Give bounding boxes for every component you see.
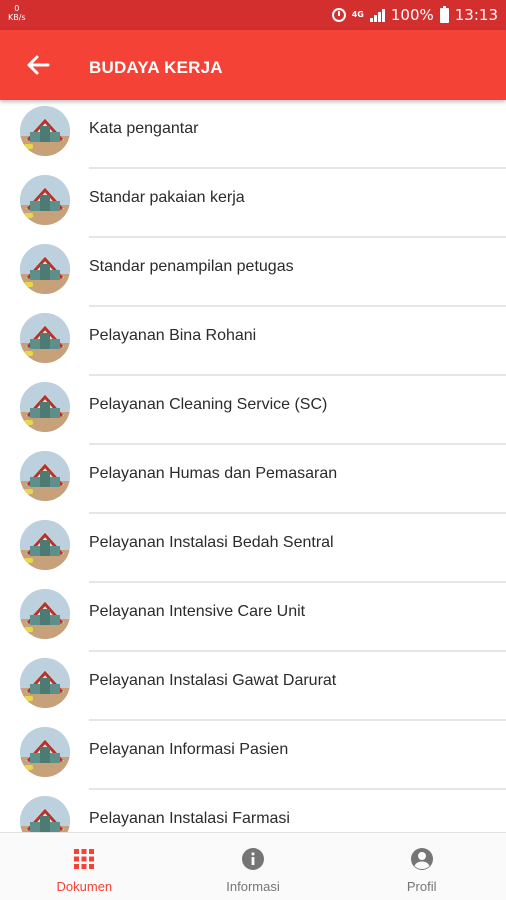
battery-percent: 100% bbox=[390, 6, 434, 24]
nav-item-dokumen[interactable]: Dokumen bbox=[0, 833, 169, 900]
document-thumbnail bbox=[20, 796, 70, 832]
list-item-label: Pelayanan Cleaning Service (SC) bbox=[89, 396, 328, 413]
account-circle-icon bbox=[410, 848, 433, 870]
list-item[interactable]: Standar pakaian kerja bbox=[0, 169, 506, 238]
document-thumbnail bbox=[20, 589, 70, 639]
list-item[interactable]: Pelayanan Informasi Pasien bbox=[0, 721, 506, 790]
list-item-label: Kata pengantar bbox=[89, 120, 199, 137]
document-thumbnail bbox=[20, 520, 70, 570]
document-thumbnail bbox=[20, 244, 70, 294]
back-button[interactable] bbox=[22, 50, 54, 80]
list-item-label: Pelayanan Instalasi Gawat Darurat bbox=[89, 672, 337, 689]
alarm-icon bbox=[331, 8, 346, 22]
list-item[interactable]: Pelayanan Cleaning Service (SC) bbox=[0, 376, 506, 445]
network-speed-unit: KB/s bbox=[8, 13, 26, 22]
list-item-label: Standar penampilan petugas bbox=[89, 258, 294, 275]
list-item-label: Pelayanan Humas dan Pemasaran bbox=[89, 465, 338, 482]
battery-icon bbox=[439, 5, 449, 23]
document-thumbnail bbox=[20, 106, 70, 156]
page-title: BUDAYA KERJA bbox=[89, 58, 223, 77]
nav-item-profil[interactable]: Profil bbox=[337, 833, 506, 900]
arrow-left-icon bbox=[27, 55, 50, 75]
list-item[interactable]: Pelayanan Instalasi Farmasi bbox=[0, 790, 506, 832]
network-type-label: 4G bbox=[351, 10, 364, 19]
network-speed-value: 0 bbox=[14, 4, 20, 13]
document-thumbnail bbox=[20, 382, 70, 432]
list-item[interactable]: Pelayanan Bina Rohani bbox=[0, 307, 506, 376]
list-item-label: Pelayanan Instalasi Farmasi bbox=[89, 810, 290, 827]
document-thumbnail bbox=[20, 727, 70, 777]
document-thumbnail bbox=[20, 313, 70, 363]
list-item-label: Standar pakaian kerja bbox=[89, 189, 245, 206]
list-item[interactable]: Pelayanan Humas dan Pemasaran bbox=[0, 445, 506, 514]
document-thumbnail bbox=[20, 175, 70, 225]
bottom-navigation: Dokumen Informasi Profil bbox=[0, 832, 506, 900]
nav-item-informasi[interactable]: Informasi bbox=[169, 833, 338, 900]
list-item-label: Pelayanan Intensive Care Unit bbox=[89, 603, 306, 620]
list-item-label: Pelayanan Informasi Pasien bbox=[89, 741, 289, 758]
document-thumbnail bbox=[20, 658, 70, 708]
nav-label-dokumen: Dokumen bbox=[56, 879, 113, 894]
nav-label-profil: Profil bbox=[406, 879, 437, 894]
app-bar: BUDAYA KERJA bbox=[0, 30, 506, 100]
document-thumbnail bbox=[20, 451, 70, 501]
nav-label-informasi: Informasi bbox=[226, 879, 280, 894]
list-item[interactable]: Kata pengantar bbox=[0, 100, 506, 169]
document-list: Kata pengantar Standar pakaian kerja Stand… bbox=[0, 100, 506, 832]
list-item-label: Pelayanan Instalasi Bedah Sentral bbox=[89, 534, 334, 551]
list-item-label: Pelayanan Bina Rohani bbox=[89, 327, 257, 344]
clock: 13:13 bbox=[454, 6, 498, 24]
status-icons: 4G 100% 13:13 bbox=[331, 0, 498, 30]
network-speed: 0 KB/s bbox=[8, 4, 26, 22]
signal-icon bbox=[369, 8, 385, 22]
info-icon bbox=[242, 848, 264, 870]
list-item[interactable]: Standar penampilan petugas bbox=[0, 238, 506, 307]
screen: 0 KB/s 4G 100% 13:13 BUDAYA KERJA Kata p… bbox=[0, 0, 506, 900]
list-item[interactable]: Pelayanan Instalasi Gawat Darurat bbox=[0, 652, 506, 721]
list-item[interactable]: Pelayanan Intensive Care Unit bbox=[0, 583, 506, 652]
grid-icon bbox=[74, 849, 95, 869]
list-item[interactable]: Pelayanan Instalasi Bedah Sentral bbox=[0, 514, 506, 583]
status-bar: 0 KB/s 4G 100% 13:13 bbox=[0, 0, 506, 30]
